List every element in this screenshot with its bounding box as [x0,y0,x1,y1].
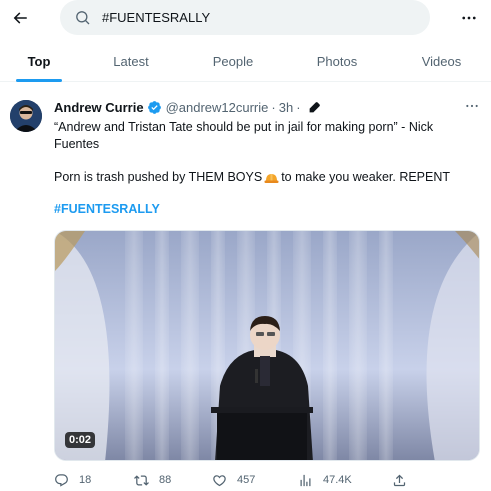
retweet-count: 88 [159,474,172,486]
reply-icon [55,473,68,487]
hashtag-link[interactable]: #FUENTESRALLY [54,202,160,216]
search-input[interactable] [102,10,382,25]
reply-count: 18 [79,474,92,486]
video-duration-badge: 0:02 [65,432,96,448]
video-frame [55,231,479,460]
tab-label: Photos [316,53,358,69]
separator-dot: · [296,99,301,115]
share-icon [393,474,406,486]
view-count: 47.4K [323,474,352,486]
pencil-icon[interactable] [308,101,321,114]
tweet-time[interactable]: 3h [279,100,293,115]
reply-button[interactable]: 18 [54,469,91,491]
author-handle[interactable]: @andrew12currie [166,100,269,115]
like-count: 457 [237,474,256,486]
tab-people[interactable]: People [184,40,282,82]
search-box[interactable] [60,0,430,35]
tab-label: Latest [113,53,149,69]
tweet-text-part: to make you weaker. REPENT [281,170,451,184]
more-horizontal-icon [466,104,478,108]
tweet[interactable]: Andrew Currie @andrew12currie · 3h · “An… [0,88,491,491]
video-player[interactable]: 0:02 [54,230,480,461]
search-tabs: Top Latest People Photos Videos [0,40,491,82]
retweet-button[interactable]: 88 [134,469,171,491]
tab-label: Videos [421,53,462,69]
share-button[interactable] [392,469,407,491]
arrow-left-icon [13,12,27,24]
like-button[interactable]: 457 [212,469,255,491]
verified-badge-icon [147,100,162,115]
analytics-icon [300,474,311,486]
heart-icon [213,474,226,486]
views-button[interactable]: 47.4K [298,469,352,491]
tab-photos[interactable]: Photos [282,40,392,82]
active-tab-indicator [16,79,62,82]
back-button[interactable] [6,4,34,32]
tweet-text-line2: Porn is trash pushed by THEM BOYS to mak… [54,169,474,186]
hard-hat-emoji-icon [264,172,279,184]
tweet-text-part: Porn is trash pushed by THEM BOYS [54,170,263,184]
author-name[interactable]: Andrew Currie [54,100,144,115]
tab-videos[interactable]: Videos [392,40,491,82]
avatar[interactable] [10,100,42,132]
tab-label: People [212,53,254,69]
tweet-text-line1: “Andrew and Tristan Tate should be put i… [54,120,434,151]
retweet-icon [134,474,149,486]
search-icon [74,9,92,27]
more-options-button[interactable] [455,4,483,32]
more-horizontal-icon [462,16,476,20]
separator-dot: · [271,99,276,115]
tweet-actions: 18 88 457 47.4K [54,469,480,491]
top-bar [0,0,491,38]
tweet-more-button[interactable] [460,96,484,116]
tab-latest[interactable]: Latest [78,40,184,82]
tab-label: Top [27,53,51,69]
tab-top[interactable]: Top [0,40,78,82]
tweet-header: Andrew Currie @andrew12currie · 3h · [54,98,321,116]
